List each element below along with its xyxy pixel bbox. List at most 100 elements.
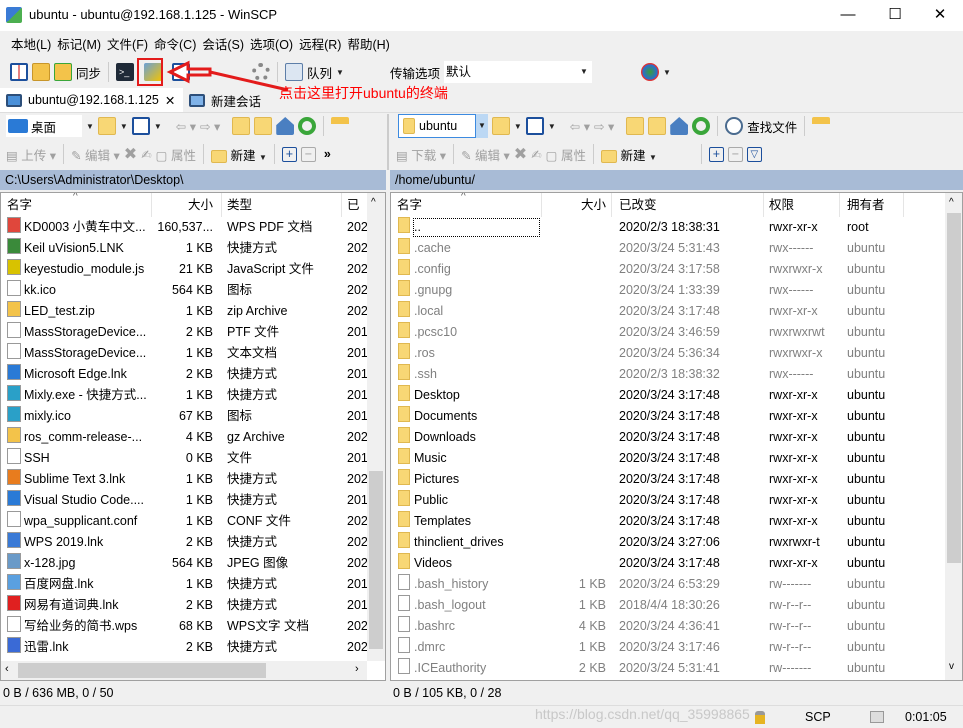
select-plus-icon[interactable]: +	[281, 146, 297, 162]
select-minus-icon[interactable]: −	[727, 146, 743, 162]
sync-globe-icon[interactable]	[640, 63, 659, 81]
table-row[interactable]: Visual Studio Code.... 1 KB 快捷方式 201	[1, 490, 367, 511]
menu-mark[interactable]: 标记(M)	[54, 33, 104, 57]
col-header-changed[interactable]: 已改变	[619, 193, 657, 217]
table-row[interactable]: Public 2020/3/24 3:17:48 rwxr-xr-x ubuntu	[391, 490, 945, 511]
table-row[interactable]: keyestudio_module.js 21 KB JavaScript 文件 20…	[1, 259, 367, 280]
menu-options[interactable]: 选项(O)	[247, 33, 296, 57]
chevron-down-icon[interactable]: ▼	[120, 122, 128, 131]
table-row[interactable]: MassStorageDevice... 2 KB PTF 文件 201	[1, 322, 367, 343]
root-dir-icon[interactable]	[648, 117, 667, 135]
properties-button[interactable]: ▢ 属性	[156, 145, 196, 164]
table-row[interactable]: .gnupg 2020/3/24 1:33:39 rwx------ ubuntu	[391, 280, 945, 301]
filter-icon[interactable]	[525, 117, 544, 135]
home-icon[interactable]	[670, 117, 689, 135]
root-dir-icon[interactable]	[254, 117, 273, 135]
panel-splitter[interactable]	[387, 114, 389, 170]
chevron-down-icon[interactable]: ▼	[86, 122, 94, 131]
scrollbar-thumb[interactable]	[369, 471, 383, 649]
menu-help[interactable]: 帮助(H)	[344, 33, 392, 57]
menu-local[interactable]: 本地(L)	[8, 33, 54, 57]
synchronize-button[interactable]: 同步	[76, 63, 101, 82]
menu-session[interactable]: 会话(S)	[199, 33, 247, 57]
table-row[interactable]: .bashrc 4 KB 2020/3/24 4:36:41 rw-r--r-- ubu…	[391, 616, 945, 637]
new-button[interactable]: 新建 ▼	[600, 145, 657, 164]
more-button[interactable]: »	[324, 147, 331, 161]
table-row[interactable]: .cache 2020/3/24 5:31:43 rwx------ ubuntu	[391, 238, 945, 259]
table-row[interactable]: 写给业务的简书.wps 68 KB WPS文字 文档 202	[1, 616, 367, 637]
table-row[interactable]: SSH 0 KB 文件 201	[1, 448, 367, 469]
synchronize-browse-icon[interactable]	[32, 63, 50, 81]
download-button[interactable]: ▤ 下载 ▾	[396, 145, 446, 164]
forward-icon[interactable]: ⇨ ▾	[200, 119, 220, 134]
delete-icon[interactable]: ✖	[124, 144, 137, 164]
open-folder-icon[interactable]	[491, 117, 510, 135]
menu-remote[interactable]: 远程(R)	[296, 33, 344, 57]
table-row[interactable]: Mixly.exe - 快捷方式... 1 KB 快捷方式 201	[1, 385, 367, 406]
table-row[interactable]: .. 2020/2/3 18:38:31 rwxr-xr-x root	[391, 217, 945, 238]
home-icon[interactable]	[276, 117, 295, 135]
scrollbar-thumb[interactable]	[947, 213, 961, 563]
new-button[interactable]: 新建 ▼	[210, 145, 267, 164]
edit-button[interactable]: ✎ 编辑 ▾	[71, 145, 120, 164]
col-header-type[interactable]: 类型	[227, 193, 252, 217]
table-row[interactable]: Desktop 2020/3/24 3:17:48 rwxr-xr-x ubuntu	[391, 385, 945, 406]
select-plus-icon[interactable]: +	[708, 146, 724, 162]
properties-button[interactable]: ▢ 属性	[546, 145, 586, 164]
find-files-button[interactable]: 查找文件	[747, 117, 797, 136]
table-row[interactable]: Downloads 2020/3/24 3:17:48 rwxr-xr-x ubunt…	[391, 427, 945, 448]
table-row[interactable]: Keil uVision5.LNK 1 KB 快捷方式 202	[1, 238, 367, 259]
chevron-down-icon[interactable]: ▼	[663, 68, 671, 77]
table-row[interactable]: 迅雷.lnk 2 KB 快捷方式 202	[1, 637, 367, 658]
menu-command[interactable]: 命令(C)	[151, 33, 199, 57]
filter-select-icon[interactable]: ▽	[746, 146, 762, 162]
close-button[interactable]: ✕	[917, 0, 963, 31]
close-tab-icon[interactable]: ✕	[165, 93, 175, 108]
table-row[interactable]: .bash_history 1 KB 2020/3/24 6:53:29 rw----…	[391, 574, 945, 595]
table-row[interactable]: WPS 2019.lnk 2 KB 快捷方式 202	[1, 532, 367, 553]
table-row[interactable]: mixly.ico 67 KB 图标 201	[1, 406, 367, 427]
chevron-down-icon[interactable]: ▼	[154, 122, 162, 131]
rename-icon[interactable]: ✍	[531, 147, 541, 162]
col-header-rights[interactable]: 权限	[769, 193, 794, 217]
col-header-name[interactable]: 名字	[7, 193, 32, 217]
maximize-button[interactable]: ☐	[872, 0, 918, 31]
select-minus-icon[interactable]: −	[300, 146, 316, 162]
table-row[interactable]: .local 2020/3/24 3:17:48 rwxr-xr-x ubuntu	[391, 301, 945, 322]
back-icon[interactable]: ⇦ ▾	[176, 119, 196, 134]
upload-button[interactable]: ▤ 上传 ▾	[6, 145, 56, 164]
edit-button[interactable]: ✎ 编辑 ▾	[461, 145, 510, 164]
remote-dir-select[interactable]: ubuntu	[398, 114, 476, 138]
table-row[interactable]: KD0003 小黄车中文... 160,537... WPS PDF 文档 202	[1, 217, 367, 238]
table-row[interactable]: Videos 2020/3/24 3:17:48 rwxr-xr-x ubuntu	[391, 553, 945, 574]
table-row[interactable]: 网易有道词典.lnk 2 KB 快捷方式 201	[1, 595, 367, 616]
table-row[interactable]: 百度网盘.lnk 1 KB 快捷方式 201	[1, 574, 367, 595]
back-icon[interactable]: ⇦ ▾	[570, 119, 590, 134]
refresh-icon[interactable]	[298, 117, 317, 135]
col-header-size[interactable]: 大小	[541, 193, 606, 217]
parent-dir-icon[interactable]	[626, 117, 645, 135]
tab-new-session[interactable]: 新建会话	[183, 88, 268, 112]
minimize-button[interactable]: —	[825, 0, 871, 31]
table-row[interactable]: .dmrc 1 KB 2020/3/24 3:17:46 rw-r--r-- ubunt…	[391, 637, 945, 658]
tree-icon[interactable]	[812, 117, 831, 135]
menu-file[interactable]: 文件(F)	[104, 33, 151, 57]
local-vertical-scrollbar[interactable]: ^	[367, 193, 385, 661]
table-row[interactable]: wpa_supplicant.conf 1 KB CONF 文件 202	[1, 511, 367, 532]
table-row[interactable]: Pictures 2020/3/24 3:17:48 rwxr-xr-x ubuntu	[391, 469, 945, 490]
queue-button[interactable]: 队列	[307, 63, 332, 82]
open-folder-icon[interactable]	[97, 117, 116, 135]
table-row[interactable]: Templates 2020/3/24 3:17:48 rwxr-xr-x ubunt…	[391, 511, 945, 532]
tree-icon[interactable]	[331, 117, 350, 135]
table-row[interactable]: ros_comm-release-... 4 KB gz Archive 202	[1, 427, 367, 448]
compare-dirs-icon[interactable]	[10, 63, 28, 81]
table-row[interactable]: x-128.jpg 564 KB JPEG 图像 202	[1, 553, 367, 574]
chevron-down-icon[interactable]: ▼	[514, 122, 522, 131]
delete-icon[interactable]: ✖	[514, 144, 527, 164]
col-header-name[interactable]: 名字	[397, 193, 422, 217]
col-header-owner[interactable]: 拥有者	[847, 193, 885, 217]
console-icon[interactable]: >_	[116, 63, 135, 81]
table-row[interactable]: .pcsc10 2020/3/24 3:46:59 rwxrwxrwt ubuntu	[391, 322, 945, 343]
col-header-changed[interactable]: 已改	[347, 193, 367, 217]
table-row[interactable]: .config 2020/3/24 3:17:58 rwxrwxr-x ubuntu	[391, 259, 945, 280]
